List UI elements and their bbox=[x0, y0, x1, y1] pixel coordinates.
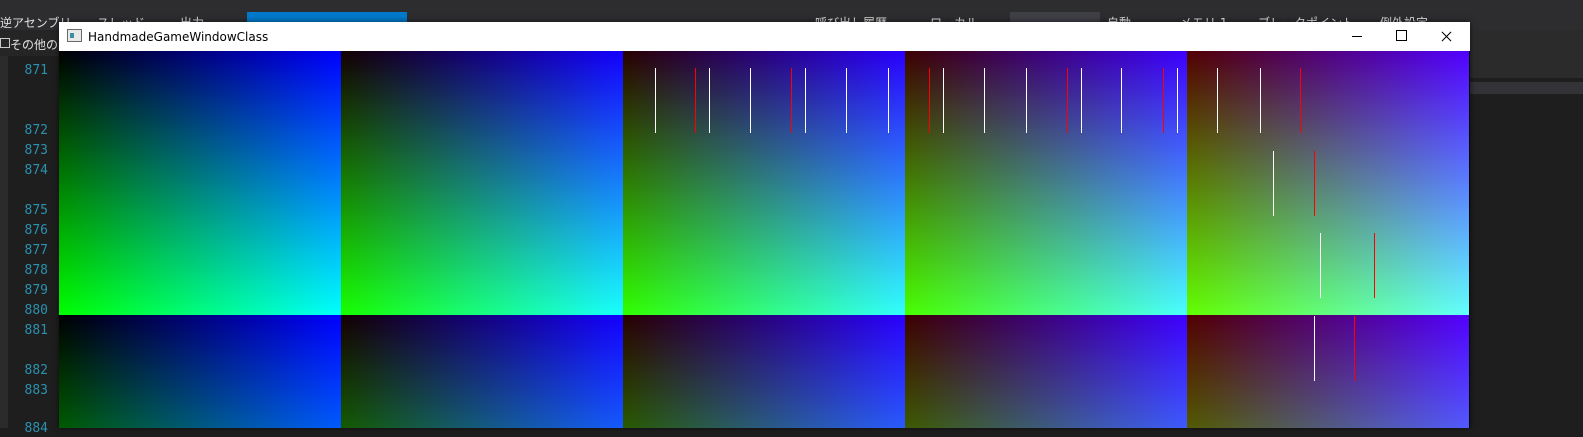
line-number-gutter: 871 872 873 874 875 876 877 878 879 880 881 882 883 8… bbox=[0, 56, 60, 436]
window-title: HandmadeGameWindowClass bbox=[88, 30, 269, 44]
line-number: 883 bbox=[24, 383, 48, 398]
play-cursor-marker bbox=[1314, 316, 1315, 381]
gradient-tile bbox=[341, 315, 623, 428]
gradient-tile bbox=[341, 51, 623, 315]
window-titlebar[interactable]: HandmadeGameWindowClass bbox=[59, 22, 1470, 51]
play-cursor-marker bbox=[888, 68, 889, 133]
write-cursor-marker bbox=[695, 68, 696, 133]
blue-gradient-layer bbox=[341, 51, 623, 315]
indicator-margin bbox=[0, 56, 8, 428]
gradient-tile bbox=[905, 51, 1187, 315]
play-cursor-marker bbox=[1026, 68, 1027, 133]
maximize-button[interactable] bbox=[1379, 22, 1424, 51]
line-number: 881 bbox=[24, 323, 48, 338]
gradient-tile bbox=[905, 315, 1187, 428]
play-cursor-marker bbox=[1260, 68, 1261, 133]
ide-panel-bar bbox=[1470, 82, 1583, 94]
write-cursor-marker bbox=[1163, 68, 1164, 133]
line-number: 874 bbox=[24, 163, 48, 178]
play-cursor-marker bbox=[1081, 68, 1082, 133]
game-window: HandmadeGameWindowClass bbox=[59, 22, 1470, 428]
blue-gradient-layer bbox=[623, 51, 905, 315]
line-number: 880 bbox=[24, 303, 48, 318]
ide-panel-header bbox=[1470, 30, 1583, 78]
write-cursor-marker bbox=[1374, 233, 1375, 298]
ide-right-panel bbox=[1470, 30, 1583, 428]
play-cursor-marker bbox=[1217, 68, 1218, 133]
blue-gradient-layer bbox=[905, 315, 1187, 428]
blue-gradient-layer bbox=[59, 315, 341, 428]
play-cursor-marker bbox=[846, 68, 847, 133]
line-number: 882 bbox=[24, 363, 48, 378]
write-cursor-marker bbox=[929, 68, 930, 133]
line-number: 875 bbox=[24, 203, 48, 218]
play-cursor-marker bbox=[1273, 151, 1274, 216]
line-number: 877 bbox=[24, 243, 48, 258]
line-number: 878 bbox=[24, 263, 48, 278]
play-cursor-marker bbox=[1320, 233, 1321, 298]
write-cursor-marker bbox=[1300, 68, 1301, 133]
blue-gradient-layer bbox=[59, 51, 341, 315]
game-render-area[interactable] bbox=[59, 51, 1470, 428]
blue-gradient-layer bbox=[1187, 315, 1469, 428]
write-cursor-marker bbox=[1354, 316, 1355, 381]
minimize-button[interactable] bbox=[1334, 22, 1379, 51]
line-number: 873 bbox=[24, 143, 48, 158]
write-cursor-marker bbox=[1314, 151, 1315, 216]
blue-gradient-layer bbox=[623, 315, 905, 428]
play-cursor-marker bbox=[984, 68, 985, 133]
blue-gradient-layer bbox=[1187, 51, 1469, 315]
write-cursor-marker bbox=[791, 68, 792, 133]
play-cursor-marker bbox=[655, 68, 656, 133]
gradient-tile bbox=[623, 51, 905, 315]
gradient-tile bbox=[1187, 315, 1469, 428]
ide-filter-bar: その他のファイル bbox=[0, 30, 106, 56]
play-cursor-marker bbox=[1121, 68, 1122, 133]
line-number: 876 bbox=[24, 223, 48, 238]
play-cursor-marker bbox=[1177, 68, 1178, 133]
filter-checkbox[interactable] bbox=[0, 38, 10, 48]
line-number: 872 bbox=[24, 123, 48, 138]
close-button[interactable] bbox=[1424, 22, 1469, 51]
blue-gradient-layer bbox=[341, 315, 623, 428]
line-number: 884 bbox=[24, 421, 48, 436]
line-number: 879 bbox=[24, 283, 48, 298]
play-cursor-marker bbox=[709, 68, 710, 133]
play-cursor-marker bbox=[943, 68, 944, 133]
play-cursor-marker bbox=[750, 68, 751, 133]
write-cursor-marker bbox=[1067, 68, 1068, 133]
gradient-tile bbox=[1187, 51, 1469, 315]
gradient-tile bbox=[623, 315, 905, 428]
blue-gradient-layer bbox=[905, 51, 1187, 315]
play-cursor-marker bbox=[805, 68, 806, 133]
line-number: 871 bbox=[24, 63, 48, 78]
gradient-tile bbox=[59, 315, 341, 428]
app-window-icon bbox=[67, 29, 82, 42]
gradient-tile bbox=[59, 51, 341, 315]
